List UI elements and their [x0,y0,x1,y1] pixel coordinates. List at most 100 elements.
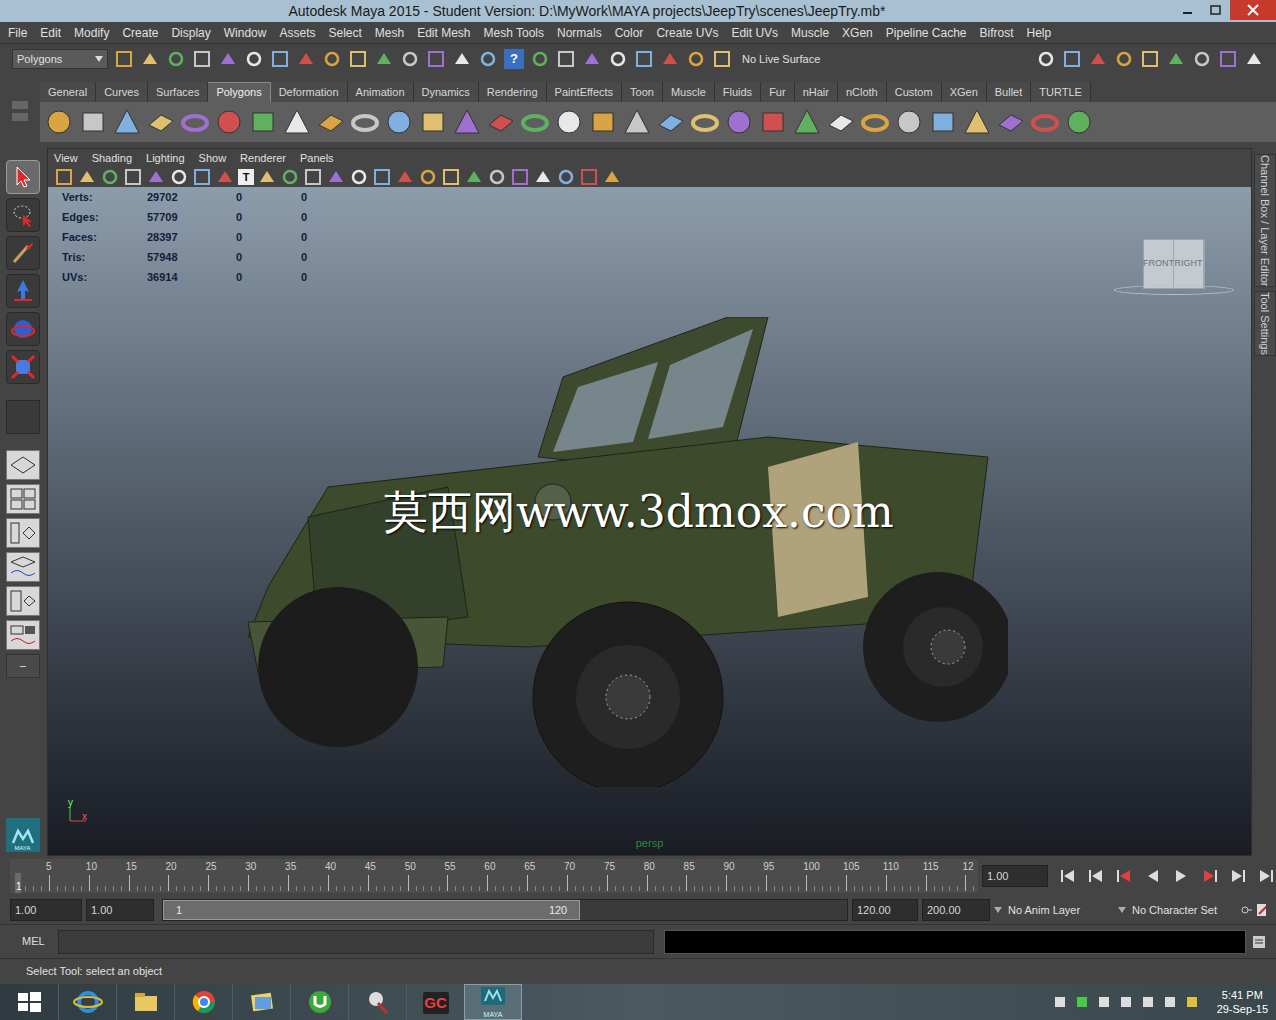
layout-button[interactable] [6,484,40,514]
paint-tool[interactable] [6,236,40,270]
status-icon[interactable] [349,167,369,187]
tray-icon[interactable] [1053,995,1067,1009]
key-icon[interactable] [1240,903,1252,917]
menu-item[interactable]: Bifrost [980,24,1014,42]
shelf-tab[interactable]: PaintEffects [547,82,623,102]
status-icon[interactable] [244,49,264,69]
menu-item[interactable]: Assets [279,24,315,42]
shelf-tool-icon[interactable] [350,107,380,137]
move-tool[interactable] [6,274,40,308]
panel-menu-item[interactable]: Lighting [146,150,185,167]
shelf-tab[interactable]: Surfaces [148,82,208,102]
status-icon[interactable] [452,49,472,69]
select-tool[interactable] [6,160,40,194]
menu-item[interactable]: Normals [557,24,602,42]
layout-button[interactable] [6,518,40,548]
shelf-tab[interactable]: Fur [761,82,795,102]
shelf-tool-icon[interactable] [826,107,856,137]
shelf-tool-icon[interactable] [860,107,890,137]
text-toggle-icon[interactable]: T [238,169,254,185]
taskbar-torrent[interactable] [290,984,348,1020]
character-set-dropdown[interactable]: No Character Set [1118,899,1236,921]
status-icon[interactable] [303,167,323,187]
status-icon[interactable] [218,49,238,69]
status-icon[interactable] [100,167,120,187]
shelf-tool-icon[interactable] [78,107,108,137]
status-icon[interactable] [1140,49,1160,69]
status-icon[interactable] [634,49,654,69]
status-icon[interactable] [556,167,576,187]
lasso-tool[interactable] [6,198,40,232]
command-language[interactable]: MEL [10,933,52,950]
taskbar-tool[interactable] [348,984,406,1020]
shelf-tool-icon[interactable] [656,107,686,137]
range-handle[interactable]: 1120 [163,900,580,920]
shelf-tab[interactable]: Custom [887,82,942,102]
shelf-tool-icon[interactable] [214,107,244,137]
shelf-tool-icon[interactable] [452,107,482,137]
status-icon[interactable] [372,167,392,187]
tray-icon[interactable] [1185,995,1199,1009]
tray-icon[interactable] [1097,995,1111,1009]
status-icon[interactable] [169,167,189,187]
animation-end-field[interactable]: 200.00 [922,899,990,921]
status-icon[interactable] [140,49,160,69]
shelf-tool-icon[interactable] [316,107,346,137]
shelf-tool-icon[interactable] [554,107,584,137]
status-icon[interactable] [296,49,316,69]
panel-menu-item[interactable]: Panels [300,150,334,167]
status-icon[interactable] [602,167,622,187]
view-cube-face[interactable]: RIGHT [1174,240,1204,288]
menu-item[interactable]: Create UVs [656,24,718,42]
next-frame-icon[interactable] [1198,867,1220,885]
status-icon[interactable] [1218,49,1238,69]
panel-menu-item[interactable]: Show [199,150,227,167]
menu-item[interactable]: XGen [842,24,873,42]
command-input[interactable] [58,930,654,954]
status-icon[interactable] [400,49,420,69]
status-icon[interactable] [114,49,134,69]
close-icon[interactable] [1230,0,1276,20]
status-icon[interactable] [374,49,394,69]
play-back-icon[interactable] [1142,867,1164,885]
layout-button[interactable] [6,620,40,650]
menu-item[interactable]: Display [171,24,210,42]
shelf-tool-icon[interactable] [146,107,176,137]
status-icon[interactable] [1114,49,1134,69]
status-icon[interactable] [77,167,97,187]
shelf-tool-icon[interactable] [724,107,754,137]
last-tool-slot[interactable] [6,400,40,434]
status-icon[interactable] [257,167,277,187]
status-icon[interactable] [608,49,628,69]
shelf-tool-icon[interactable] [928,107,958,137]
status-icon[interactable] [712,49,732,69]
shelf-tab[interactable]: Polygons [208,82,270,102]
shelf-tab[interactable]: Curves [96,82,148,102]
shelf-tool-icon[interactable] [44,107,74,137]
status-icon[interactable] [54,167,74,187]
status-icon[interactable] [270,49,290,69]
first-icon[interactable] [1058,867,1080,885]
current-frame-marker[interactable]: 1 [15,873,21,893]
last-icon[interactable] [1254,867,1276,885]
shelf-tool-icon[interactable] [1030,107,1060,137]
shelf-tool-icon[interactable] [792,107,822,137]
status-icon[interactable] [579,167,599,187]
prev-key-icon[interactable] [1086,867,1108,885]
side-tab[interactable]: Channel Box / Layer Editor [1254,154,1276,287]
menu-item[interactable]: Mesh Tools [484,24,544,42]
menu-item[interactable]: Help [1027,24,1052,42]
status-icon[interactable] [441,167,461,187]
view-cube-ring[interactable] [1114,285,1234,295]
current-frame-field[interactable]: 1.00 [982,865,1048,887]
shelf-tab[interactable]: Animation [348,82,414,102]
taskbar-text[interactable]: GC [406,984,464,1020]
shelf-tool-icon[interactable] [112,107,142,137]
menu-item[interactable]: Mesh [375,24,404,42]
taskbar-explorer[interactable] [116,984,174,1020]
shelf-tab[interactable]: Deformation [271,82,348,102]
status-icon[interactable] [1244,49,1264,69]
shelf-tool-icon[interactable] [520,107,550,137]
shelf-tool-icon[interactable] [690,107,720,137]
status-icon[interactable] [215,167,235,187]
